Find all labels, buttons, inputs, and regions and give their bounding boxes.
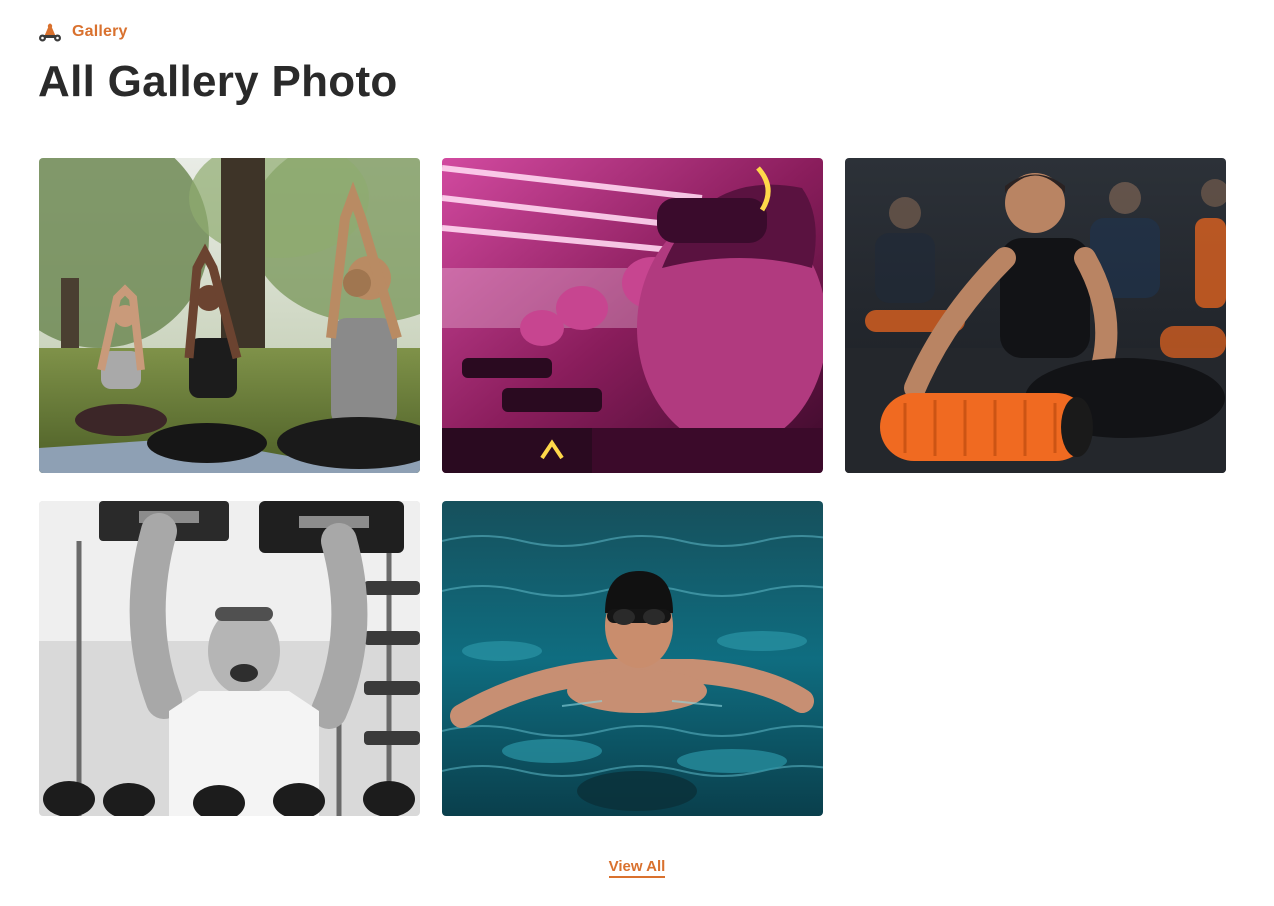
gallery-photo-yoga[interactable] (39, 158, 420, 473)
gallery-photo-dumbbell-press[interactable] (39, 501, 420, 816)
section-eyebrow: Gallery (38, 20, 128, 44)
gallery-photo-vr-cycling[interactable] (442, 158, 823, 473)
photo-swimmer-image (442, 501, 823, 816)
view-all-wrapper: View All (0, 858, 1274, 878)
view-all-link[interactable]: View All (608, 858, 666, 878)
photo-yoga-image (39, 158, 420, 473)
dumbbell-logo-icon (39, 23, 61, 42)
page-title: All Gallery Photo (38, 57, 398, 106)
photo-dumbbell-press-image (39, 501, 420, 816)
photo-foam-roller-image (845, 158, 1226, 473)
photo-vr-cycling-image (442, 158, 823, 473)
gallery-photo-foam-roller[interactable] (845, 158, 1226, 473)
photo-grid (39, 158, 1227, 816)
section-eyebrow-label: Gallery (72, 23, 128, 40)
gallery-section: Gallery All Gallery Photo View All (0, 0, 1274, 906)
gallery-photo-swimmer[interactable] (442, 501, 823, 816)
